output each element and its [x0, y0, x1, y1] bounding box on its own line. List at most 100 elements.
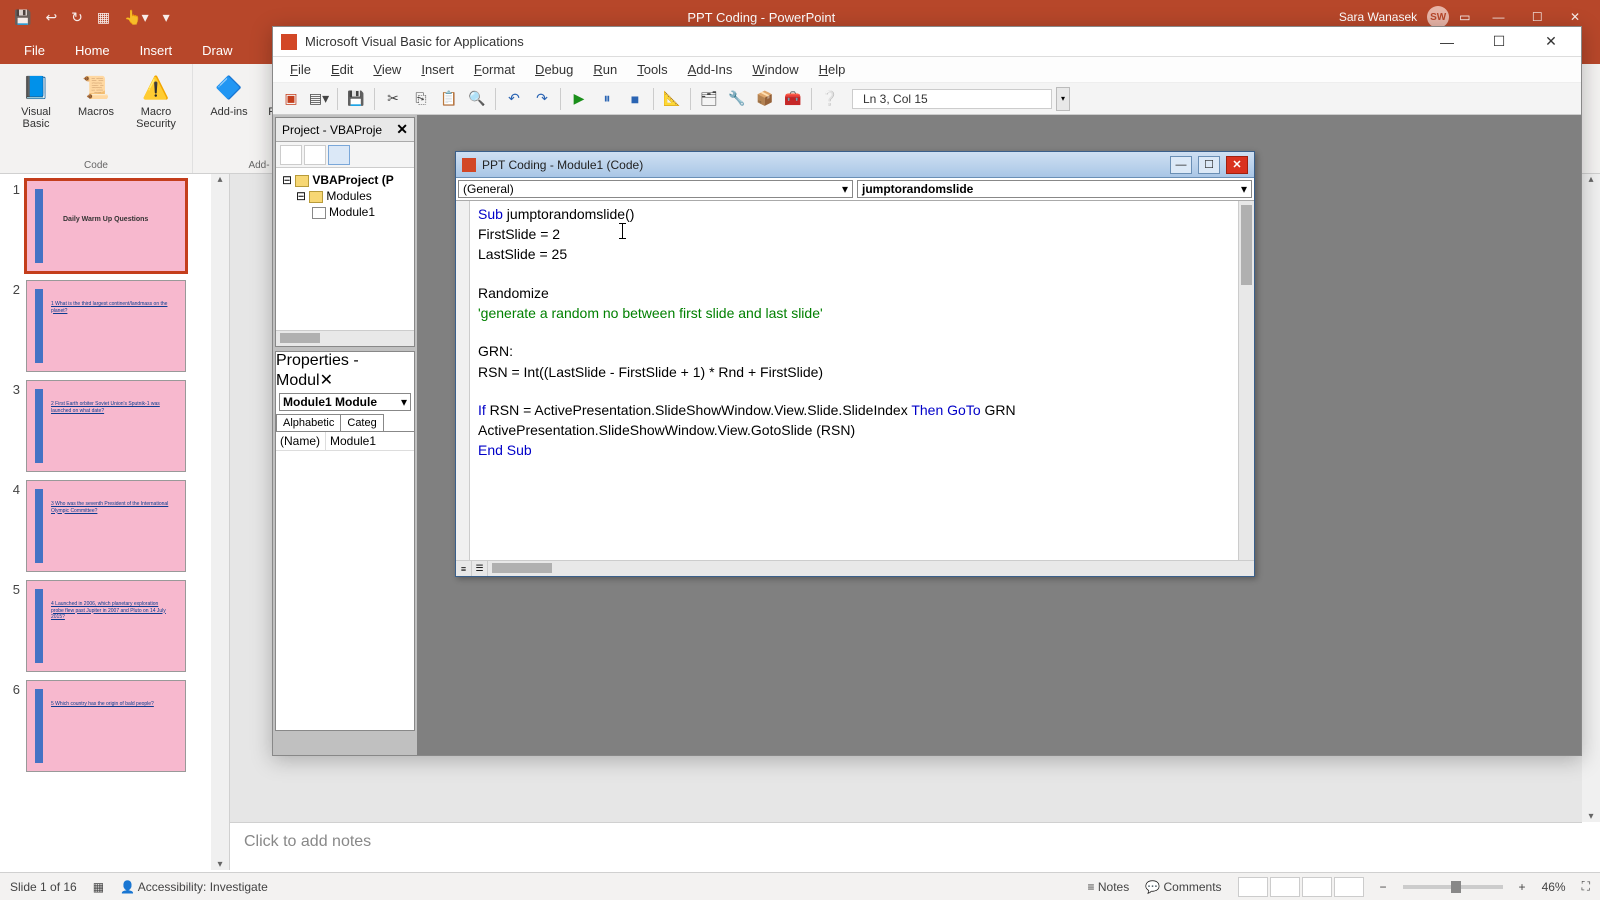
menu-help[interactable]: Help [810, 59, 855, 80]
redo-icon[interactable]: ↻ [71, 9, 83, 26]
menu-tools[interactable]: Tools [628, 59, 676, 80]
toggle-folders-icon[interactable] [328, 145, 350, 165]
menu-debug[interactable]: Debug [526, 59, 582, 80]
tab-file[interactable]: File [10, 37, 59, 64]
status-accessibility[interactable]: 👤 Accessibility: Investigate [120, 880, 268, 894]
break-icon[interactable]: ⏸ [595, 87, 619, 111]
reset-icon[interactable]: ■ [623, 87, 647, 111]
full-module-view-icon[interactable]: ☰ [472, 561, 488, 576]
zoom-slider[interactable] [1403, 885, 1503, 889]
save-icon[interactable]: 💾 [14, 9, 31, 26]
code-maximize-icon[interactable]: ☐ [1198, 156, 1220, 174]
project-close-icon[interactable]: ✕ [396, 121, 408, 138]
slideshow-view-icon[interactable] [1334, 877, 1364, 897]
status-layout-icon[interactable]: ▦ [93, 880, 104, 894]
addins-button[interactable]: 🔷Add-ins [201, 68, 257, 122]
tab-categorized[interactable]: Categ [340, 414, 383, 431]
status-notes-button[interactable]: ≡ Notes [1088, 880, 1130, 894]
fit-window-icon[interactable]: ⛶ [1582, 879, 1590, 894]
object-dropdown[interactable]: (General)▾ [458, 180, 853, 198]
menu-file[interactable]: File [281, 59, 320, 80]
properties-close-icon[interactable]: ✕ [320, 372, 333, 389]
slide-thumbnail-pane[interactable]: 1Daily Warm Up Questions21 What is the t… [0, 174, 230, 870]
project-hscroll[interactable] [276, 330, 414, 346]
code-editor[interactable]: Sub jumptorandomslide() FirstSlide = 2 L… [470, 201, 1238, 560]
code-vscroll[interactable] [1238, 201, 1254, 560]
view-ppt-icon[interactable]: ▣ [279, 87, 303, 111]
tab-home[interactable]: Home [61, 37, 124, 64]
vba-maximize-icon[interactable]: ☐ [1477, 28, 1521, 56]
close-icon[interactable]: ✕ [1558, 10, 1592, 24]
maximize-icon[interactable]: ☐ [1520, 10, 1555, 24]
vba-title-bar[interactable]: Microsoft Visual Basic for Applications … [273, 27, 1581, 57]
macro-security-button[interactable]: ⚠️Macro Security [128, 68, 184, 134]
minimize-icon[interactable]: — [1480, 10, 1516, 24]
insert-module-icon[interactable]: ▤▾ [307, 87, 331, 111]
slide-thumb-1[interactable]: 1Daily Warm Up Questions [6, 180, 229, 272]
procedure-dropdown[interactable]: jumptorandomslide▾ [857, 180, 1252, 198]
tab-draw[interactable]: Draw [188, 37, 246, 64]
tab-insert[interactable]: Insert [126, 37, 187, 64]
menu-addins[interactable]: Add-Ins [679, 59, 742, 80]
view-code-icon[interactable] [280, 145, 302, 165]
save-icon[interactable]: 💾 [344, 87, 368, 111]
object-browser-icon[interactable]: 📦 [753, 87, 777, 111]
macros-button[interactable]: 📜Macros [68, 68, 124, 122]
toolbox-icon[interactable]: 🧰 [781, 87, 805, 111]
menu-edit[interactable]: Edit [322, 59, 362, 80]
properties-grid[interactable]: (Name)Module1 [276, 432, 414, 730]
normal-view-icon[interactable] [1238, 877, 1268, 897]
sorter-view-icon[interactable] [1270, 877, 1300, 897]
cut-icon[interactable]: ✂ [381, 87, 405, 111]
status-comments-button[interactable]: 💬 Comments [1145, 880, 1221, 894]
toolbar-overflow-icon[interactable]: ▾ [1056, 87, 1070, 111]
undo-icon[interactable]: ↩ [45, 9, 57, 26]
menu-run[interactable]: Run [584, 59, 626, 80]
code-close-icon[interactable]: ✕ [1226, 156, 1248, 174]
slide-thumb-5[interactable]: 54 Launched in 2006, which planetary exp… [6, 580, 229, 672]
project-tree[interactable]: ⊟ VBAProject (P ⊟ Modules Module1 [276, 168, 414, 330]
user-name[interactable]: Sara Wanasek [1339, 10, 1417, 24]
menu-insert[interactable]: Insert [412, 59, 463, 80]
notes-pane[interactable]: Click to add notes [230, 822, 1582, 870]
slide-thumb-3[interactable]: 32 First Earth orbiter Soviet Union's Sp… [6, 380, 229, 472]
thumbnail-scrollbar[interactable]: ▴▾ [211, 174, 229, 870]
properties-object-combo[interactable]: Module1 Module▾ [279, 393, 411, 411]
design-mode-icon[interactable]: 📐 [660, 87, 684, 111]
menu-format[interactable]: Format [465, 59, 524, 80]
view-object-icon[interactable] [304, 145, 326, 165]
zoom-level[interactable]: 46% [1542, 880, 1566, 894]
slide-thumb-2[interactable]: 21 What is the third largest continent/l… [6, 280, 229, 372]
qat-more-icon[interactable]: ▾ [163, 9, 170, 26]
project-explorer-icon[interactable]: 🗂 [697, 87, 721, 111]
paste-icon[interactable]: 📋 [437, 87, 461, 111]
status-slide-number[interactable]: Slide 1 of 16 [10, 880, 77, 894]
find-icon[interactable]: 🔍 [465, 87, 489, 111]
code-window-titlebar[interactable]: PPT Coding - Module1 (Code) — ☐ ✕ [456, 152, 1254, 178]
vba-close-icon[interactable]: ✕ [1529, 28, 1573, 56]
run-icon[interactable]: ▶ [567, 87, 591, 111]
tab-alphabetic[interactable]: Alphabetic [276, 414, 341, 431]
code-minimize-icon[interactable]: — [1170, 156, 1192, 174]
slide-thumb-4[interactable]: 43 Who was the seventh President of the … [6, 480, 229, 572]
properties-icon[interactable]: 🔧 [725, 87, 749, 111]
slide-thumb-6[interactable]: 65 Which country has the origin of bald … [6, 680, 229, 772]
touch-icon[interactable]: 👆▾ [124, 9, 148, 26]
vba-minimize-icon[interactable]: — [1425, 28, 1469, 56]
present-icon[interactable]: ▦ [97, 9, 110, 26]
visual-basic-button[interactable]: 📘Visual Basic [8, 68, 64, 134]
menu-view[interactable]: View [364, 59, 410, 80]
zoom-out-icon[interactable]: − [1380, 880, 1387, 894]
menu-window[interactable]: Window [743, 59, 807, 80]
zoom-in-icon[interactable]: + [1519, 880, 1526, 894]
ribbon-display-icon[interactable]: ▭ [1459, 10, 1470, 24]
code-hscroll[interactable] [488, 561, 1254, 576]
canvas-scrollbar[interactable]: ▴▾ [1582, 174, 1600, 822]
reading-view-icon[interactable] [1302, 877, 1332, 897]
undo-icon[interactable]: ↶ [502, 87, 526, 111]
help-icon[interactable]: ❔ [818, 87, 842, 111]
procedure-view-icon[interactable]: ≡ [456, 561, 472, 576]
user-avatar[interactable]: SW [1427, 6, 1449, 28]
redo-icon[interactable]: ↷ [530, 87, 554, 111]
copy-icon[interactable]: ⎘ [409, 87, 433, 111]
